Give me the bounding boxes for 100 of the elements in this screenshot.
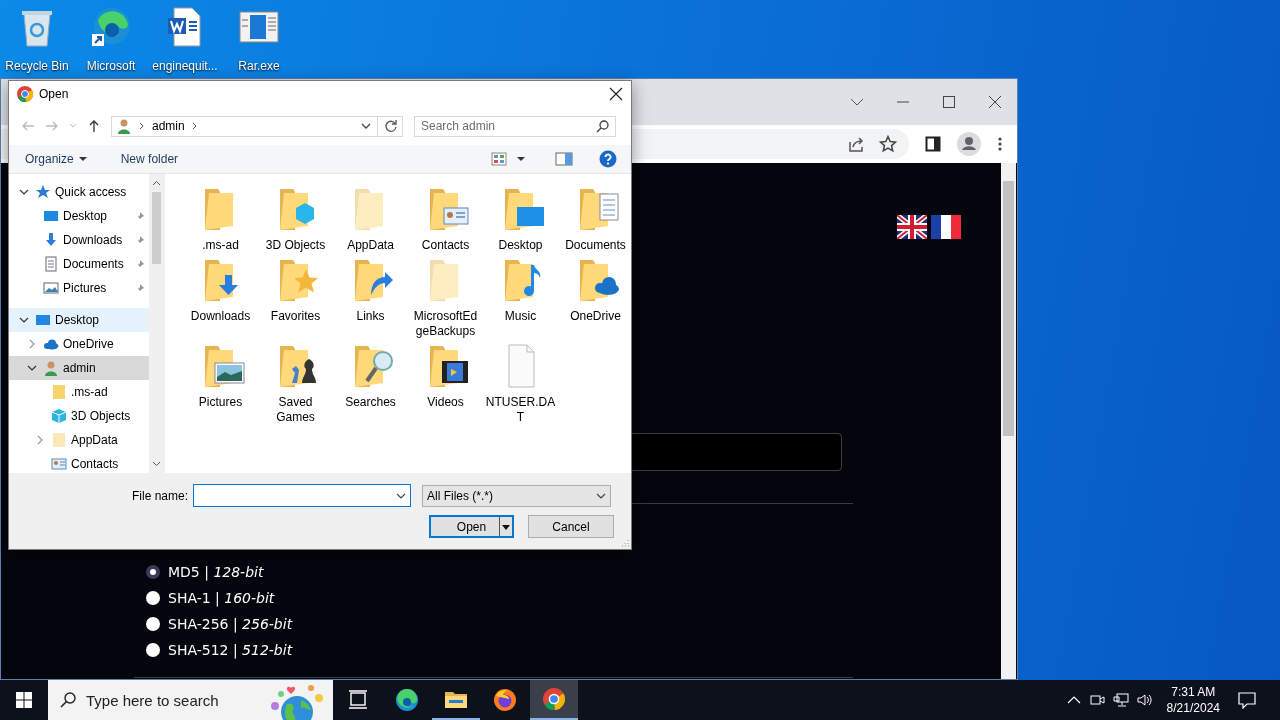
french-flag-icon[interactable] (931, 215, 961, 239)
nav-item[interactable]: Desktop (9, 204, 149, 228)
search-field[interactable]: Type here to search (48, 680, 333, 720)
scroll-down-icon[interactable] (152, 461, 161, 467)
preview-pane-icon[interactable] (555, 152, 573, 166)
search-input[interactable]: Search admin (421, 119, 596, 133)
file-item[interactable]: NTUSER.DAT (483, 343, 558, 425)
close-icon[interactable] (609, 87, 623, 101)
scrollbar-thumb[interactable] (1003, 181, 1014, 436)
clock-time[interactable]: 7:31 AM (1171, 684, 1216, 700)
scroll-up-icon[interactable] (152, 180, 161, 186)
file-item[interactable]: 3D Objects (258, 186, 333, 253)
option-label: SHA-256 | 256-bit (168, 616, 293, 632)
breadcrumb-item[interactable]: admin (152, 119, 185, 133)
nav-item[interactable]: Contacts (9, 452, 149, 473)
browser-logo-icon (17, 86, 33, 102)
chevron-down-icon[interactable] (19, 187, 29, 197)
user-icon (116, 118, 132, 134)
maximize-icon[interactable] (942, 95, 956, 109)
file-item[interactable]: AppData (333, 186, 408, 253)
file-item[interactable]: Downloads (183, 257, 258, 339)
icon-label: enginequit... (152, 59, 218, 73)
search-input[interactable]: Type here to search (86, 691, 251, 709)
resize-grip-icon[interactable] (620, 538, 629, 547)
notification-icon[interactable] (1238, 691, 1256, 709)
monitor-icon (43, 208, 59, 224)
search-icon[interactable] (596, 119, 609, 133)
nav-item[interactable]: Pictures (9, 276, 149, 300)
scrollbar[interactable] (149, 174, 164, 473)
chevron-down-icon[interactable] (361, 121, 371, 131)
file-name-field[interactable] (193, 484, 411, 507)
view-options-icon[interactable] (491, 152, 507, 166)
nav-item[interactable]: Quick access (9, 180, 149, 204)
menu-icon[interactable] (997, 136, 1003, 152)
file-item[interactable]: MicrosoftEdgeBackups (408, 257, 483, 339)
browser-button[interactable] (530, 680, 578, 720)
new-folder-button[interactable]: New folder (114, 150, 185, 168)
file-item[interactable]: Pictures (183, 343, 258, 425)
side-panel-icon[interactable] (925, 136, 941, 152)
volume-icon[interactable] (1136, 692, 1153, 708)
search-field[interactable]: Search admin (414, 115, 616, 137)
nav-item[interactable]: 3D Objects (9, 404, 149, 428)
nav-item[interactable]: AppData (9, 428, 149, 452)
file-type-dropdown[interactable]: All Files (*.*) (422, 484, 611, 507)
folder-icon (51, 384, 67, 400)
address-field[interactable]: admin (111, 115, 403, 137)
network-icon[interactable] (1112, 692, 1129, 708)
fox-globe-icon (493, 688, 517, 712)
file-item[interactable]: .ms-ad (183, 186, 258, 253)
help-icon[interactable] (599, 150, 617, 168)
icon-label: Rar.exe (238, 59, 280, 73)
nav-item[interactable]: .ms-ad (9, 380, 149, 404)
up-arrow-icon[interactable] (87, 119, 101, 133)
open-button[interactable]: Open (429, 515, 514, 538)
radio-button[interactable] (146, 565, 160, 579)
file-item[interactable]: Searches (333, 343, 408, 425)
file-item[interactable]: Saved Games (258, 343, 333, 425)
share-icon[interactable] (847, 135, 865, 153)
refresh-icon[interactable] (384, 119, 398, 133)
folder-icon (51, 432, 67, 448)
cancel-button[interactable]: Cancel (528, 515, 614, 538)
file-item[interactable]: OneDrive (558, 257, 631, 339)
uk-flag-icon[interactable] (897, 215, 927, 239)
option-label: SHA-1 | 160-bit (168, 590, 275, 606)
organize-button[interactable]: Organize (19, 150, 93, 168)
radio-button[interactable] (146, 643, 160, 657)
radio-button[interactable] (146, 617, 160, 631)
nav-item[interactable]: admin (9, 356, 149, 380)
chevron-right-icon[interactable] (190, 122, 199, 130)
field-label: File name: (130, 488, 189, 503)
file-item[interactable]: Music (483, 257, 558, 339)
file-item[interactable]: Desktop (483, 186, 558, 253)
file-item[interactable]: Documents (558, 186, 631, 253)
radio-button[interactable] (146, 591, 160, 605)
option-label: MD5 | 128-bit (168, 564, 264, 580)
file-item[interactable]: Videos (408, 343, 483, 425)
nav-item[interactable]: Documents (9, 252, 149, 276)
contact-card-icon (51, 456, 67, 472)
nav-item[interactable]: Downloads (9, 228, 149, 252)
clock-date[interactable]: 8/21/2024 (1166, 700, 1220, 716)
browser-icon[interactable] (90, 6, 132, 48)
file-item[interactable]: Contacts (408, 186, 483, 253)
chevron-right-icon[interactable] (138, 122, 146, 130)
profile-icon[interactable] (957, 132, 981, 156)
icon-label: Microsoft (86, 59, 136, 73)
star-icon[interactable] (879, 135, 897, 153)
close-icon[interactable] (988, 95, 1002, 109)
file-item[interactable]: Favorites (258, 257, 333, 339)
swirl-icon (395, 688, 419, 712)
nav-item[interactable]: OneDrive (9, 332, 149, 356)
start-button[interactable] (16, 692, 32, 708)
scrollbar-thumb[interactable] (152, 192, 161, 264)
search-icon (60, 692, 76, 708)
chevron-down-icon[interactable] (27, 363, 37, 373)
caret-icon[interactable] (502, 522, 510, 531)
file-item[interactable]: Links (333, 257, 408, 339)
scrollbar[interactable] (1001, 163, 1016, 679)
chevron-down-icon[interactable] (19, 315, 29, 325)
nav-item[interactable]: Desktop (9, 308, 149, 332)
camera-icon[interactable] (1088, 692, 1105, 708)
